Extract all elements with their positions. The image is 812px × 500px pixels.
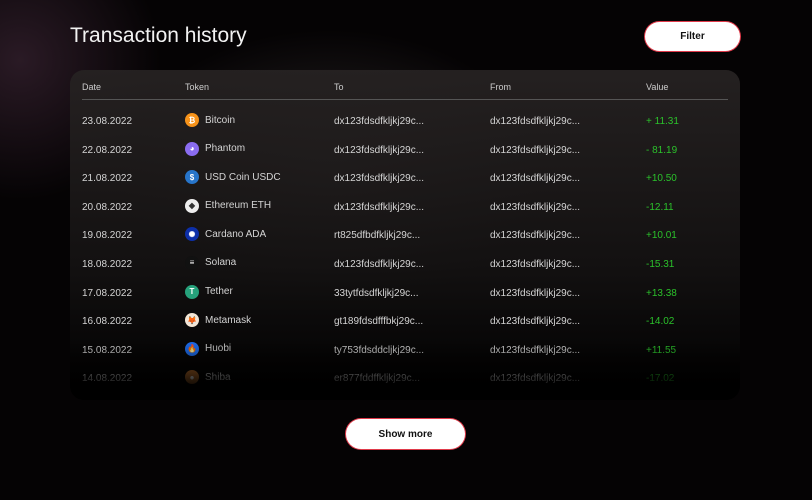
shiba-icon: ● <box>185 370 199 385</box>
row-token: ◕ Phantom <box>185 141 246 156</box>
row-from-address: dx123fdsdfkljkj29c... <box>490 344 581 356</box>
row-value: - 81.19 <box>646 144 678 156</box>
tether-icon: T <box>185 284 199 299</box>
row-token: $ USD Coin USDC <box>185 170 281 185</box>
row-date: 23.08.2022 <box>82 116 133 127</box>
row-value: -15.31 <box>646 258 675 270</box>
row-date: 21.08.2022 <box>82 173 133 185</box>
token-name: Solana <box>205 257 237 269</box>
table-row[interactable]: 15.08.2022 🔥 Huobi ty753fdsddcljkj29c... … <box>82 341 728 372</box>
token-name: Shiba <box>205 371 231 383</box>
row-token: ₿ Bitcoin <box>185 113 235 127</box>
token-name: USD Coin USDC <box>205 171 281 183</box>
token-name: Ethereum ETH <box>205 200 272 212</box>
table-row[interactable]: 19.08.2022 ✺ Cardano ADA rt825dfbdfkljkj2… <box>82 227 728 257</box>
row-token: ≡ Solana <box>185 255 237 270</box>
solana-icon: ≡ <box>185 255 199 270</box>
header-value: Value <box>646 82 669 92</box>
row-from-address: dx123fdsdfkljkj29c... <box>490 144 581 156</box>
row-from-address: dx123fdsdfkljkj29c... <box>490 258 581 270</box>
row-token: ✺ Cardano ADA <box>185 227 267 242</box>
header-date: Date <box>82 82 102 92</box>
table-row[interactable]: 20.08.2022 ◆ Ethereum ETH dx123fdsdfkljkj… <box>82 198 728 229</box>
row-value: -14.02 <box>646 316 675 328</box>
row-date: 19.08.2022 <box>82 230 133 242</box>
table-row[interactable]: 17.08.2022 T Tether 33tytfdsdfkljkj29c...… <box>82 284 728 315</box>
row-from-address: dx123fdsdfkljkj29c... <box>490 316 581 328</box>
row-to-address: dx123fdsdfkljkj29c... <box>334 258 425 270</box>
row-token: 🦊 Metamask <box>185 313 252 328</box>
row-to-address: rt825dfbdfkljkj29c... <box>334 230 421 242</box>
row-value: -17.02 <box>646 373 675 385</box>
row-value: +10.01 <box>646 230 677 242</box>
row-value: -12.11 <box>646 201 674 213</box>
row-date: 18.08.2022 <box>82 258 133 270</box>
token-name: Metamask <box>205 314 252 326</box>
row-from-address: dx123fdsdfkljkj29c... <box>490 116 581 127</box>
row-to-address: 33tytfdsdfkljkj29c... <box>334 287 419 299</box>
row-from-address: dx123fdsdfkljkj29c... <box>490 287 581 299</box>
row-from-address: dx123fdsdfkljkj29c... <box>490 201 581 213</box>
token-name: Bitcoin <box>205 114 236 126</box>
bitcoin-icon: ₿ <box>185 113 199 127</box>
table-row[interactable]: 21.08.2022 $ USD Coin USDC dx123fdsdfkljk… <box>82 170 728 200</box>
row-date: 17.08.2022 <box>82 287 133 299</box>
usdc-icon: $ <box>185 170 199 185</box>
row-date: 15.08.2022 <box>82 344 133 356</box>
row-from-address: dx123fdsdfkljkj29c... <box>490 230 581 242</box>
row-to-address: gt189fdsdfffbkj29c... <box>334 316 424 328</box>
phantom-icon: ◕ <box>185 141 199 156</box>
row-date: 20.08.2022 <box>82 201 133 213</box>
row-to-address: dx123fdsdfkljkj29c... <box>334 144 425 156</box>
token-name: Huobi <box>205 343 232 355</box>
row-token: ◆ Ethereum ETH <box>185 198 272 213</box>
row-date: 16.08.2022 <box>82 316 133 328</box>
header-to: To <box>334 82 344 92</box>
token-name: Phantom <box>205 143 246 155</box>
row-date: 14.08.2022 <box>82 373 133 385</box>
row-value: +11.55 <box>646 344 677 356</box>
row-value: +10.50 <box>646 173 677 185</box>
table-row[interactable]: 23.08.2022 ₿ Bitcoin dx123fdsdfkljkj29c..… <box>82 113 728 143</box>
token-name: Tether <box>205 286 233 298</box>
row-token: T Tether <box>185 284 233 299</box>
row-value: +13.38 <box>646 287 677 299</box>
ethereum-icon: ◆ <box>185 198 199 213</box>
table-row[interactable]: 22.08.2022 ◕ Phantom dx123fdsdfkljkj29c..… <box>82 141 728 172</box>
filter-button[interactable]: Filter <box>645 22 740 51</box>
table-row[interactable]: 14.08.2022 ● Shiba er877fddffkljkj29c... … <box>82 370 728 400</box>
table-row[interactable]: 16.08.2022 🦊 Metamask gt189fdsdfffbkj29c.… <box>82 313 728 343</box>
row-token: ● Shiba <box>185 370 231 385</box>
metamask-icon: 🦊 <box>185 313 199 328</box>
show-more-button[interactable]: Show more <box>346 419 465 449</box>
row-value: + 11.31 <box>646 116 679 127</box>
table-row[interactable]: 18.08.2022 ≡ Solana dx123fdsdfkljkj29c...… <box>82 255 728 286</box>
table-header: Date Token To From Value <box>82 82 728 100</box>
page-title: Transaction history <box>70 24 247 47</box>
row-date: 22.08.2022 <box>82 144 133 156</box>
table-body: 23.08.2022 ₿ Bitcoin dx123fdsdfkljkj29c..… <box>82 113 728 400</box>
row-to-address: dx123fdsdfkljkj29c... <box>334 173 425 185</box>
row-to-address: dx123fdsdfkljkj29c... <box>334 201 425 213</box>
token-name: Cardano ADA <box>205 228 267 240</box>
row-from-address: dx123fdsdfkljkj29c... <box>490 373 581 385</box>
header-from: From <box>490 82 511 92</box>
row-token: 🔥 Huobi <box>185 341 232 356</box>
row-to-address: ty753fdsddcljkj29c... <box>334 344 425 356</box>
row-from-address: dx123fdsdfkljkj29c... <box>490 173 581 185</box>
transactions-table: Date Token To From Value 23.08.2022 ₿ Bit… <box>70 70 740 400</box>
cardano-icon: ✺ <box>185 227 199 242</box>
row-to-address: er877fddffkljkj29c... <box>334 373 420 385</box>
header-token: Token <box>185 82 210 92</box>
row-to-address: dx123fdsdfkljkj29c... <box>334 116 425 127</box>
huobi-icon: 🔥 <box>185 341 199 356</box>
